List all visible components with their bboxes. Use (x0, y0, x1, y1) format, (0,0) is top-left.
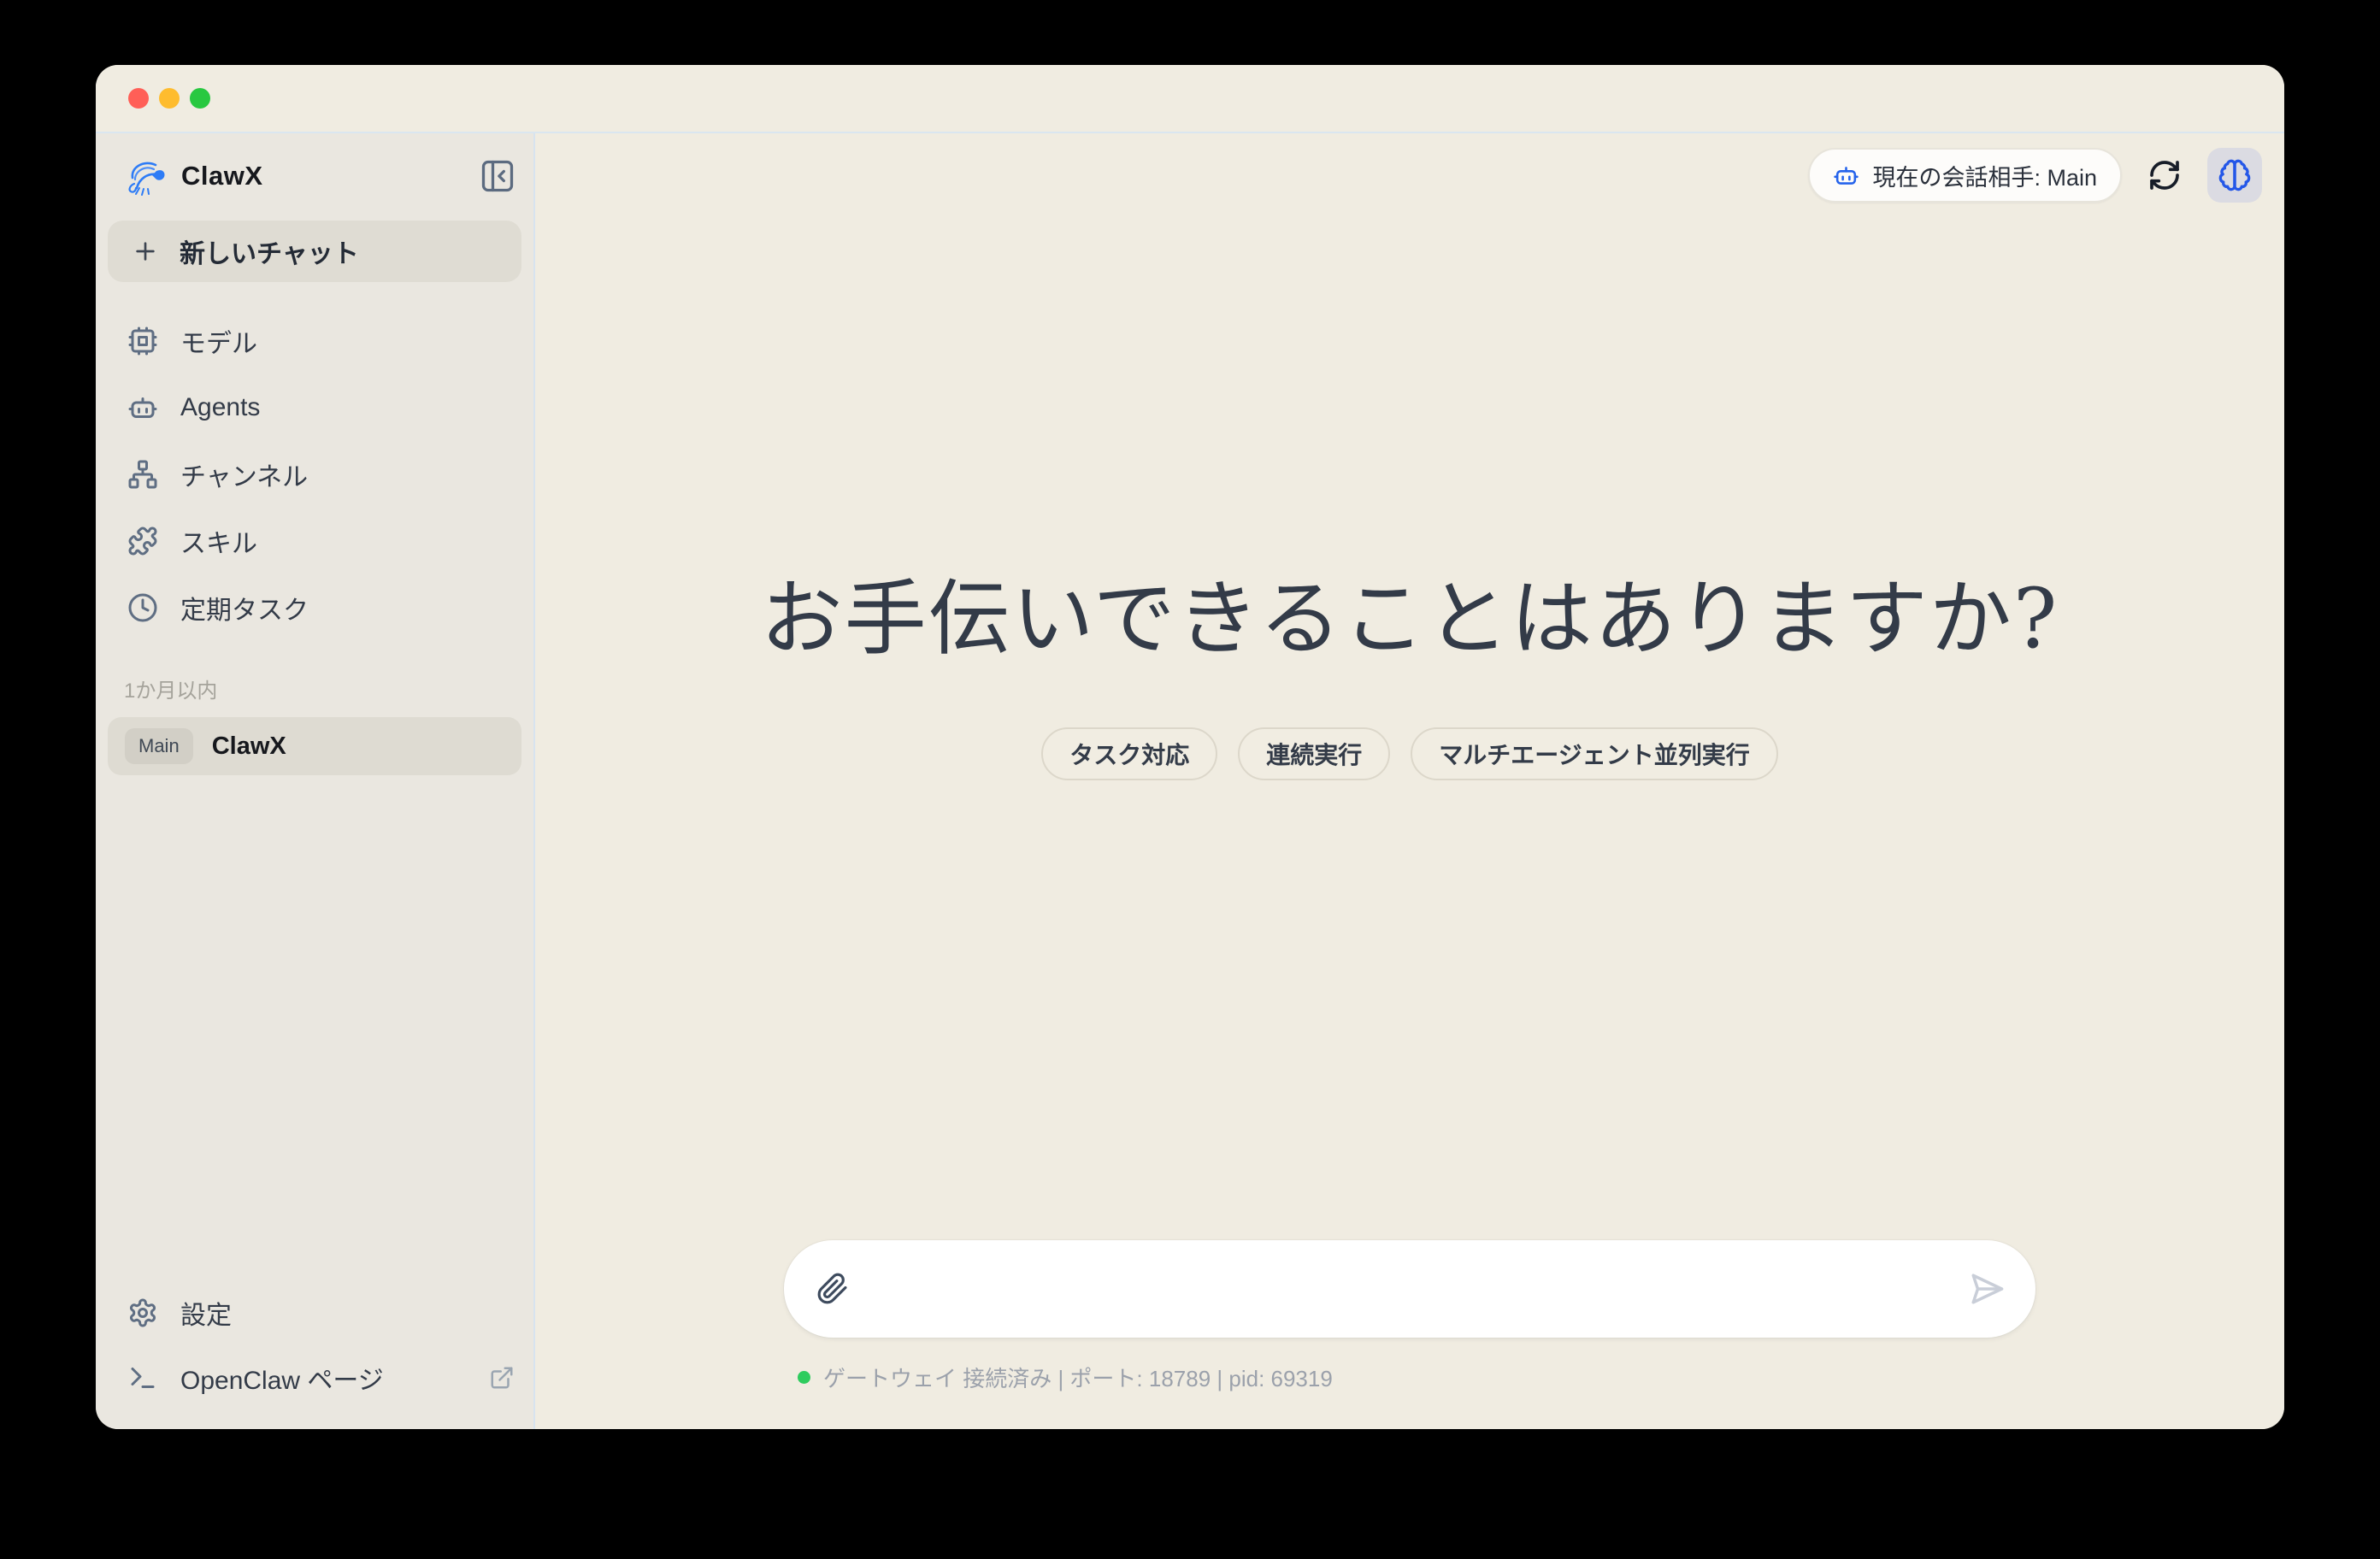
panel-left-close-icon[interactable] (475, 154, 520, 198)
titlebar (96, 65, 2284, 133)
new-chat-label: 新しいチャット (180, 232, 359, 270)
sidebar-item-models[interactable]: モデル (96, 308, 533, 374)
sidebar-item-settings[interactable]: 設定 (96, 1280, 533, 1345)
current-conversation-label: 現在の会話相手: Main (1872, 159, 2097, 192)
sidebar-item-label: 設定 (180, 1294, 232, 1332)
gear-icon (127, 1297, 158, 1328)
sidebar-item-label: チャンネル (180, 456, 308, 493)
network-icon (127, 459, 158, 490)
sidebar-item-agents[interactable]: Agents (96, 374, 533, 441)
sidebar-item-label: 定期タスク (180, 589, 309, 627)
chat-title: ClawX (212, 732, 286, 761)
chat-history-item[interactable]: Main ClawX (108, 717, 521, 775)
brain-button[interactable] (2207, 148, 2262, 203)
send-icon (1969, 1271, 2005, 1307)
traffic-lights (128, 88, 210, 109)
plus-icon (132, 238, 159, 265)
sidebar-nav: モデル Agents チャンネル (96, 308, 533, 641)
sidebar-header: ClawX (96, 133, 533, 198)
minimize-button[interactable] (159, 88, 180, 109)
external-link-icon (489, 1365, 515, 1391)
sidebar-item-skills[interactable]: スキル (96, 508, 533, 574)
attach-button[interactable] (815, 1271, 851, 1307)
clock-icon (127, 592, 158, 623)
terminal-icon (127, 1362, 158, 1393)
suggestion-chips: タスク対応 連続実行 マルチエージェント並列実行 (1041, 727, 1777, 780)
app-title: ClawX (181, 161, 263, 191)
refresh-button[interactable] (2144, 155, 2185, 196)
cpu-icon (127, 326, 158, 356)
close-button[interactable] (128, 88, 149, 109)
new-chat-button[interactable]: 新しいチャット (108, 221, 521, 282)
sidebar-item-label: Agents (180, 393, 260, 422)
puzzle-icon (127, 526, 158, 556)
zoom-button[interactable] (190, 88, 210, 109)
status-text: ゲートウェイ 接続済み | ポート: 18789 | pid: 69319 (823, 1362, 1333, 1393)
main-area: 現在の会話相手: Main お手伝いできることはありますか? (535, 133, 2284, 1429)
history-section-label: 1か月以内 (124, 674, 533, 703)
connection-status-dot (798, 1371, 810, 1384)
lobster-logo-icon (125, 156, 169, 196)
brain-icon (2218, 158, 2252, 192)
sidebar-item-label: モデル (180, 322, 257, 360)
chat-badge: Main (125, 728, 193, 764)
sidebar: ClawX 新しいチャット モデル (96, 133, 535, 1429)
main-toolbar: 現在の会話相手: Main (535, 133, 2284, 203)
status-bar: ゲートウェイ 接続済み | ポート: 18789 | pid: 69319 (784, 1362, 2035, 1393)
suggestion-chip-continuous[interactable]: 連続実行 (1238, 727, 1390, 780)
send-button[interactable] (1967, 1269, 2006, 1309)
sidebar-item-channels[interactable]: チャンネル (96, 441, 533, 508)
sidebar-item-scheduled-tasks[interactable]: 定期タスク (96, 574, 533, 641)
sidebar-item-label: OpenClaw ページ (180, 1359, 384, 1397)
app-window: ClawX 新しいチャット モデル (96, 65, 2284, 1429)
sidebar-footer: 設定 OpenClaw ページ (96, 1280, 533, 1429)
suggestion-chip-task[interactable]: タスク対応 (1041, 727, 1217, 780)
composer (784, 1240, 2035, 1338)
suggestion-chip-multiagent[interactable]: マルチエージェント並列実行 (1411, 727, 1777, 780)
paperclip-icon (816, 1273, 849, 1305)
bot-icon (127, 392, 158, 423)
refresh-icon (2147, 158, 2182, 192)
bot-icon (1833, 162, 1859, 189)
message-input[interactable] (878, 1240, 1941, 1338)
sidebar-item-label: スキル (180, 522, 257, 560)
current-conversation-pill[interactable]: 現在の会話相手: Main (1808, 148, 2122, 203)
sidebar-item-openclaw-page[interactable]: OpenClaw ページ (96, 1345, 533, 1410)
greeting-heading: お手伝いできることはありますか? (761, 552, 2059, 671)
